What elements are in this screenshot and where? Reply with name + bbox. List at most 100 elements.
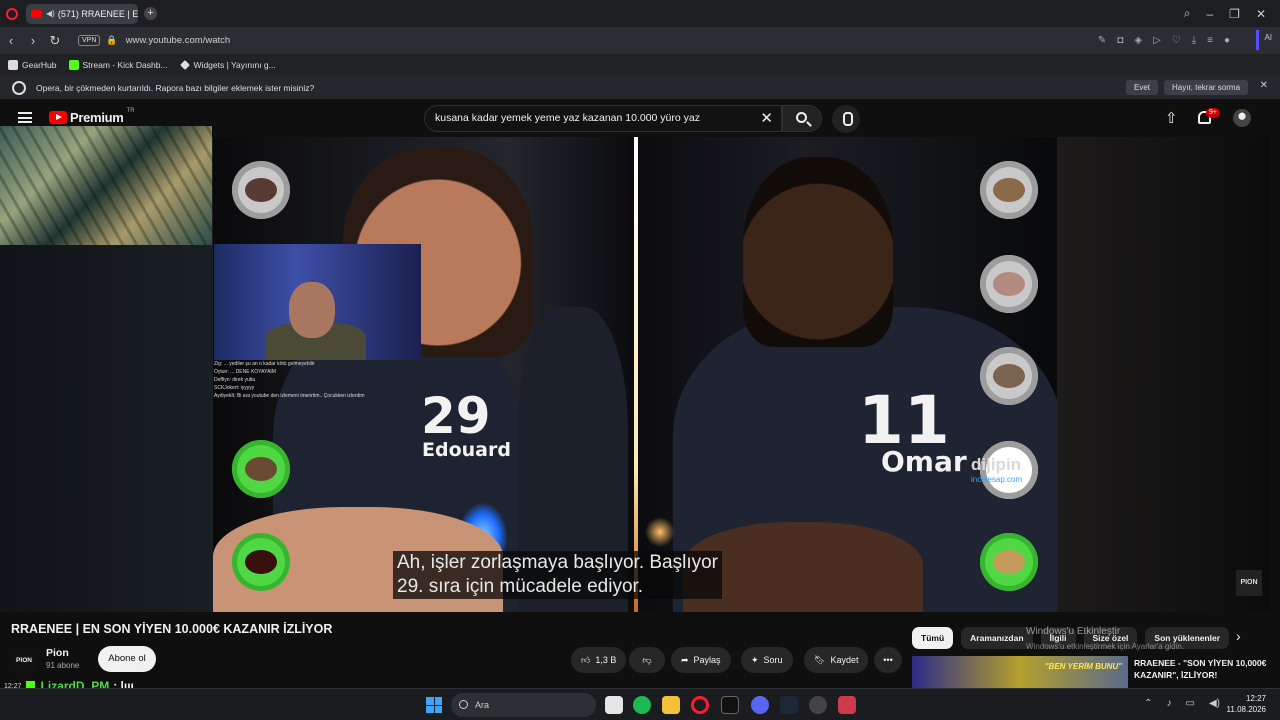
window-controls: ⌕ – ❐ ✕ xyxy=(1184,0,1280,27)
app-icon[interactable] xyxy=(721,696,739,714)
recommended-video-thumbnail[interactable]: "BEN YERİM BUNU" xyxy=(912,656,1128,692)
bookmark-widgets[interactable]: Widgets | Yayınını g... xyxy=(179,60,276,70)
new-tab-button[interactable]: + xyxy=(144,7,157,20)
widgets-icon xyxy=(179,60,190,70)
share-button[interactable]: ➦ Paylaş xyxy=(671,647,731,673)
file-explorer-icon[interactable] xyxy=(662,696,680,714)
opera-taskbar-icon[interactable] xyxy=(691,696,709,714)
close-window-button[interactable]: ✕ xyxy=(1256,7,1266,21)
windows-start-icon[interactable] xyxy=(426,697,442,713)
chip-all[interactable]: Tümü xyxy=(912,627,954,649)
chat-line: Zig: ... yediler şu an o kadar kötü gelm… xyxy=(214,361,315,367)
more-actions-button[interactable]: ••• xyxy=(874,647,902,673)
shield-icon[interactable]: ◈ xyxy=(1134,35,1142,46)
search-input[interactable]: kusana kadar yemek yeme yaz kazanan 10.0… xyxy=(424,105,782,132)
restore-button[interactable]: ❐ xyxy=(1229,7,1240,21)
address-bar-actions: ✎ ◘ ◈ ▷ ♡ ⤓ ≡ ● xyxy=(1098,27,1230,54)
gearhub-icon xyxy=(8,60,18,70)
youtube-favicon-icon xyxy=(31,9,42,18)
food-icon-1 xyxy=(232,161,290,219)
voice-search-button[interactable] xyxy=(832,105,860,133)
chat-line: SCKJokert: iyyyyy xyxy=(214,385,255,391)
create-upload-icon[interactable]: ⇧ xyxy=(1165,109,1178,127)
contestant-right-head xyxy=(743,157,893,347)
address-bar: ‹ › ↻ VPN 🔒 www.youtube.com/watch ✎ ◘ ◈ … xyxy=(0,27,1280,54)
edit-icon[interactable]: ✎ xyxy=(1098,35,1106,46)
search-query: kusana kadar yemek yeme yaz kazanan 10.0… xyxy=(435,112,700,124)
sponsor-logo: dijipin incelesap.com xyxy=(971,455,1023,484)
clock-date: 11.08.2026 xyxy=(1226,705,1266,714)
channel-name[interactable]: Pion xyxy=(46,647,69,659)
volume-icon[interactable]: ◀) xyxy=(1209,698,1220,709)
discord-icon[interactable] xyxy=(751,696,769,714)
ask-button[interactable]: ✦ Soru xyxy=(741,647,793,673)
notifications-count: 9+ xyxy=(1206,108,1220,118)
spotify-icon[interactable] xyxy=(633,696,651,714)
speaker-icon[interactable]: ◀) xyxy=(46,9,55,18)
like-button[interactable]: 👍︎ 1,3 B xyxy=(571,647,627,673)
bookmark-kick-dashboard[interactable]: Stream - Kick Dashb... xyxy=(68,60,168,70)
chat-line: Oytun: ... DENE KOYAYAIM xyxy=(214,369,276,375)
channel-avatar[interactable]: PION xyxy=(11,648,37,674)
youtube-logo[interactable]: Premium TR xyxy=(49,108,135,125)
forward-button[interactable]: › xyxy=(22,33,44,48)
heart-icon[interactable]: ♡ xyxy=(1172,35,1181,46)
network-icon[interactable]: ▭ xyxy=(1186,698,1195,709)
aria-ai-button[interactable]: AI xyxy=(1256,30,1272,50)
minimize-button[interactable]: – xyxy=(1206,7,1213,21)
taskbar-clock[interactable]: 12:27 11.08.2026 xyxy=(1227,693,1266,715)
back-button[interactable]: ‹ xyxy=(0,33,22,48)
crash-recovery-infobar: Opera, bir çökmeden kurtarıldı. Rapora b… xyxy=(0,76,1280,99)
lock-icon[interactable]: 🔒 xyxy=(106,35,117,46)
stream-chat-overlay: Zig: ... yediler şu an o kadar kötü gelm… xyxy=(214,360,414,400)
steam-icon[interactable] xyxy=(780,696,798,714)
clear-search-icon[interactable]: ✕ xyxy=(760,106,773,131)
food-icon-green-1 xyxy=(232,440,290,498)
obs-icon[interactable] xyxy=(838,696,856,714)
task-view-icon[interactable] xyxy=(605,696,623,714)
play-icon[interactable]: ▷ xyxy=(1153,35,1161,46)
search-tabs-icon[interactable]: ⌕ xyxy=(1184,6,1191,21)
like-count: 1,3 B xyxy=(595,655,617,665)
subtitle-line-1: Ah, işler zorlaşmaya başlıyor. Başlıyor xyxy=(397,552,719,573)
camera-icon[interactable]: ◘ xyxy=(1117,35,1123,46)
food-icon-green-3 xyxy=(980,533,1038,591)
menu-icon[interactable]: ≡ xyxy=(1207,35,1213,46)
thumbnail-text: "BEN YERİM BUNU" xyxy=(1044,662,1122,671)
browser-tab-youtube[interactable]: ◀) (571) RRAENEE | EN S xyxy=(26,3,138,24)
infobar-close-icon[interactable]: ✕ xyxy=(1260,80,1268,91)
tray-chevron-icon[interactable]: ⌃ xyxy=(1144,698,1152,709)
jersey-number-left: 29 xyxy=(421,387,491,445)
url-field[interactable]: www.youtube.com/watch xyxy=(126,35,231,46)
food-icon-green-2 xyxy=(232,533,290,591)
bookmark-gearhub[interactable]: GearHub xyxy=(8,60,57,70)
taskbar-search-input[interactable]: Ara xyxy=(451,693,596,717)
save-button[interactable]: 🔖︎ Kaydet xyxy=(804,647,869,673)
windows-taskbar: Ara ⌃ ♪ ▭ ◀) 12:27 11.08.2026 xyxy=(0,688,1280,720)
video-subtitles: Ah, işler zorlaşmaya başlıyor. Başlıyor … xyxy=(393,551,723,599)
chip-from-search[interactable]: Aramanızdan xyxy=(961,627,1033,649)
search-icon xyxy=(796,112,807,123)
windows-activation-title: Windows'u Etkinleştir xyxy=(1026,626,1121,637)
search-button[interactable] xyxy=(782,105,822,132)
reload-button[interactable]: ↻ xyxy=(44,33,66,49)
subscribe-button[interactable]: Abone ol xyxy=(98,646,156,672)
opera-logo-icon[interactable] xyxy=(6,7,18,20)
download-icon[interactable]: ⤓ xyxy=(1192,35,1196,46)
profile-icon[interactable]: ● xyxy=(1224,35,1230,46)
channel-watermark[interactable]: PION xyxy=(1236,570,1262,596)
windows-activation-text: Windows'u etkinleştirmek için Ayarlar'a … xyxy=(1026,642,1185,651)
guide-menu-icon[interactable] xyxy=(18,112,32,123)
account-avatar[interactable] xyxy=(1233,109,1251,127)
vpn-badge[interactable]: VPN xyxy=(78,35,101,46)
light-divider xyxy=(634,137,638,612)
subscriber-count: 91 abone xyxy=(46,661,80,670)
chevron-right-icon[interactable]: › xyxy=(1236,628,1241,644)
infobar-no-button[interactable]: Hayır, tekrar sorma xyxy=(1164,80,1249,95)
opera-info-icon xyxy=(12,80,26,95)
infobar-yes-button[interactable]: Evet xyxy=(1126,80,1159,95)
app-icon-2[interactable] xyxy=(809,696,827,714)
recommended-video-title[interactable]: RRAENEE - "SON YİYEN 10,000€ KAZANIR", İ… xyxy=(1134,657,1276,681)
mic-tray-icon[interactable]: ♪ xyxy=(1167,698,1172,709)
dislike-button[interactable]: 👎︎ xyxy=(629,647,665,673)
